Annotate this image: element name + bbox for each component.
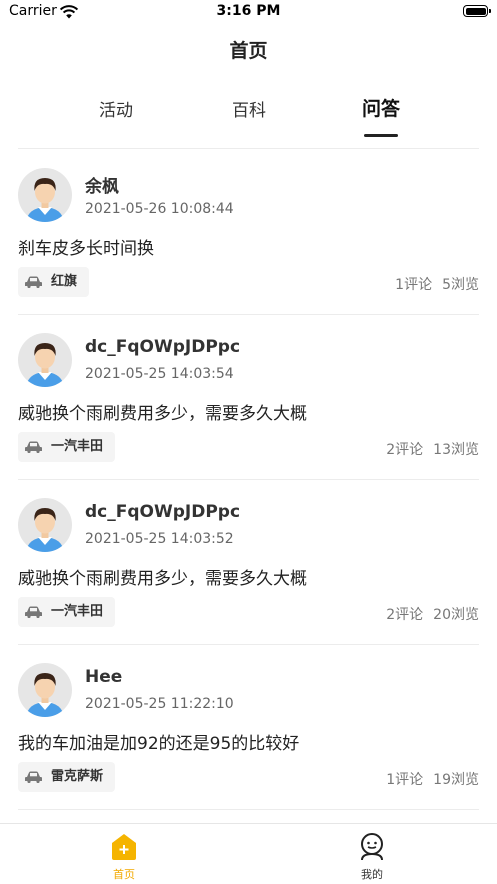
avatar[interactable] [18, 663, 72, 717]
avatar[interactable] [18, 168, 72, 222]
car-icon [25, 276, 42, 288]
tab-encyclopedia[interactable]: 百科 [199, 96, 299, 121]
question-text[interactable]: 威驰换个雨刷费用多少，需要多久大概 [18, 564, 307, 589]
car-icon [25, 606, 42, 618]
qa-post[interactable]: 余枫 2021-05-26 10:08:44 刹车皮多长时间换 红旗 1评论 5浏… [18, 150, 479, 315]
avatar[interactable] [18, 498, 72, 552]
post-stats: 2评论 20浏览 [386, 604, 479, 624]
qa-feed[interactable]: 余枫 2021-05-26 10:08:44 刹车皮多长时间换 红旗 1评论 5浏… [0, 150, 497, 823]
view-count: 19浏览 [433, 772, 479, 788]
question-text[interactable]: 我的车加油是加92的还是95的比较好 [18, 729, 299, 754]
clock: 3:16 PM [216, 3, 281, 19]
post-timestamp: 2021-05-26 10:08:44 [85, 201, 234, 217]
username[interactable]: dc_FqOWpJDPpc [85, 337, 240, 357]
tab-qa[interactable]: 问答 [331, 94, 431, 121]
battery-icon [463, 5, 491, 17]
post-stats: 2评论 13浏览 [386, 439, 479, 459]
comment-count: 1评论 [386, 772, 424, 788]
divider [18, 809, 479, 810]
page-title: 首页 [229, 40, 268, 62]
brand-label: 红旗 [51, 274, 78, 289]
brand-label: 一汽丰田 [51, 439, 104, 454]
home-plus-icon [112, 834, 136, 860]
avatar[interactable] [18, 333, 72, 387]
post-timestamp: 2021-05-25 14:03:54 [85, 366, 234, 382]
active-tab-indicator [364, 134, 398, 137]
username[interactable]: 余枫 [85, 172, 119, 197]
post-timestamp: 2021-05-25 11:22:10 [85, 696, 234, 712]
comment-count: 2评论 [386, 607, 424, 623]
brand-tag[interactable]: 一汽丰田 [18, 432, 116, 462]
view-count: 20浏览 [433, 607, 479, 623]
tabbar-item-home[interactable]: 首页 [0, 824, 248, 884]
question-text[interactable]: 刹车皮多长时间换 [18, 234, 154, 259]
brand-tag[interactable]: 红旗 [18, 267, 90, 297]
view-count: 5浏览 [442, 277, 479, 293]
tabbar-item-profile[interactable]: 我的 [248, 824, 496, 884]
username[interactable]: Hee [85, 667, 122, 687]
user-avatar-icon [26, 343, 64, 387]
question-text[interactable]: 威驰换个雨刷费用多少，需要多久大概 [18, 399, 307, 424]
user-avatar-icon [26, 178, 64, 222]
post-timestamp: 2021-05-25 14:03:52 [85, 531, 234, 547]
tab-activities[interactable]: 活动 [66, 96, 166, 121]
profile-face-icon [361, 833, 383, 861]
car-icon [25, 441, 42, 453]
view-count: 13浏览 [433, 442, 479, 458]
tabbar-label-profile: 我的 [361, 868, 383, 881]
brand-tag[interactable]: 一汽丰田 [18, 597, 116, 627]
status-bar: Carrier 3:16 PM [0, 0, 497, 26]
username[interactable]: dc_FqOWpJDPpc [85, 502, 240, 522]
post-stats: 1评论 19浏览 [386, 769, 479, 789]
tabbar-label-home: 首页 [113, 868, 135, 881]
bottom-tab-bar: 首页 我的 [0, 823, 497, 883]
segment-tabs: 活动 百科 问答 [0, 90, 497, 150]
user-avatar-icon [26, 673, 64, 717]
brand-tag[interactable]: 雷克萨斯 [18, 762, 116, 792]
brand-label: 一汽丰田 [51, 604, 104, 619]
brand-label: 雷克萨斯 [51, 769, 104, 784]
car-icon [25, 771, 42, 783]
qa-post[interactable]: dc_FqOWpJDPpc 2021-05-25 14:03:54 威驰换个雨刷… [18, 315, 479, 480]
qa-post[interactable]: dc_FqOWpJDPpc 2021-05-25 14:03:52 威驰换个雨刷… [18, 480, 479, 645]
comment-count: 1评论 [395, 277, 433, 293]
post-stats: 1评论 5浏览 [395, 274, 479, 294]
comment-count: 2评论 [386, 442, 424, 458]
qa-post[interactable]: Hee 2021-05-25 11:22:10 我的车加油是加92的还是95的比… [18, 645, 479, 810]
divider [18, 148, 479, 149]
user-avatar-icon [26, 508, 64, 552]
